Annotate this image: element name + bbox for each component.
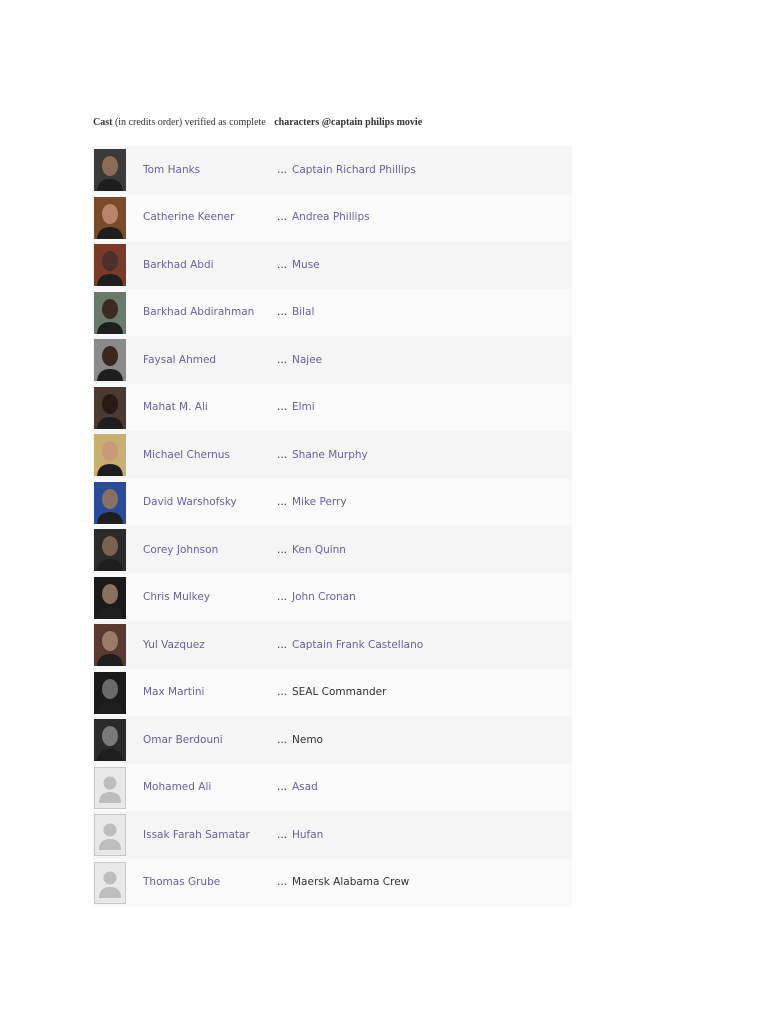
no-photo-placeholder-icon[interactable] [94, 766, 126, 809]
actor-name-link[interactable]: Mohamed Ali [143, 781, 211, 793]
character-name-link[interactable]: Andrea Phillips [292, 211, 370, 223]
character-name-link[interactable]: Ken Quinn [292, 544, 346, 556]
table-row: Thomas Grube... Maersk Alabama Crew [93, 858, 572, 906]
character-name: SEAL Commander [292, 686, 387, 699]
ellipsis-separator: ... [277, 686, 288, 699]
table-row: Faysal Ahmed... Najee [93, 336, 572, 384]
actor-name-link[interactable]: Faysal Ahmed [143, 354, 216, 366]
table-row: Michael Chernus... Shane Murphy [93, 431, 572, 479]
ellipsis-separator: ... [277, 543, 288, 556]
character-name-link[interactable]: Shane Murphy [292, 449, 368, 461]
actor-photo[interactable] [94, 671, 126, 714]
ellipsis-separator: ... [277, 163, 288, 176]
table-row: Issak Farah Samatar... Hufan [93, 811, 572, 859]
ellipsis-separator: ... [277, 353, 288, 366]
ellipsis-separator: ... [277, 306, 288, 319]
ellipsis-separator: ... [277, 781, 288, 794]
cast-table: Tom Hanks... Captain Richard Phillips Cath… [93, 146, 572, 906]
actor-name-link[interactable]: Yul Vazquez [143, 639, 205, 651]
character-name-link[interactable]: Elmi [292, 401, 315, 413]
no-photo-placeholder-icon[interactable] [94, 861, 126, 904]
character-name-link[interactable]: Asad [292, 781, 318, 793]
actor-name-link[interactable]: Mahat M. Ali [143, 401, 208, 413]
actor-name-link[interactable]: Barkhad Abdirahman [143, 306, 254, 318]
ellipsis-separator: ... [277, 733, 288, 746]
table-row: Mahat M. Ali... Elmi [93, 383, 572, 431]
actor-photo[interactable] [94, 624, 126, 666]
table-row: Mohamed Ali... Asad [93, 763, 572, 811]
actor-name-link[interactable]: Max Martini [143, 686, 204, 698]
actor-name-link[interactable]: Catherine Keener [143, 211, 234, 223]
no-photo-placeholder-icon[interactable] [94, 814, 126, 856]
actor-photo[interactable] [94, 529, 126, 571]
ellipsis-separator: ... [277, 496, 288, 509]
table-row: David Warshofsky... Mike Perry [93, 478, 572, 526]
character-name-link[interactable]: Bilal [292, 306, 314, 318]
table-row: Max Martini... SEAL Commander [93, 668, 572, 716]
actor-name-link[interactable]: Omar Berdouni [143, 734, 223, 746]
ellipsis-separator: ... [277, 448, 288, 461]
actor-photo[interactable] [94, 196, 126, 239]
ellipsis-separator: ... [277, 258, 288, 271]
table-row: Catherine Keener... Andrea Phillips [93, 193, 572, 241]
actor-name-link[interactable]: David Warshofsky [143, 496, 237, 508]
table-row: Barkhad Abdirahman... Bilal [93, 288, 572, 336]
credits-note: (in credits order) verified as complete [114, 117, 266, 128]
ellipsis-separator: ... [277, 638, 288, 651]
cast-heading: Cast (in credits order) verified as comp… [93, 117, 422, 128]
actor-photo[interactable] [94, 291, 126, 334]
ellipsis-separator: ... [277, 876, 288, 889]
actor-photo[interactable] [94, 434, 126, 476]
table-row: Omar Berdouni... Nemo [93, 716, 572, 764]
actor-photo[interactable] [94, 149, 126, 191]
ellipsis-separator: ... [277, 401, 288, 414]
table-row: Chris Mulkey... John Cronan [93, 573, 572, 621]
actor-name-link[interactable]: Corey Johnson [143, 544, 218, 556]
table-row: Tom Hanks... Captain Richard Phillips [93, 146, 572, 194]
actor-name-link[interactable]: Thomas Grube [143, 876, 220, 888]
character-name-link[interactable]: Hufan [292, 829, 323, 841]
character-name: Nemo [292, 733, 323, 746]
page-title: characters @captain philips movie [274, 117, 423, 128]
table-row: Yul Vazquez... Captain Frank Castellano [93, 621, 572, 669]
character-name-link[interactable]: John Cronan [292, 591, 356, 603]
actor-name-link[interactable]: Issak Farah Samatar [143, 829, 250, 841]
ellipsis-separator: ... [277, 828, 288, 841]
ellipsis-separator: ... [277, 211, 288, 224]
ellipsis-separator: ... [277, 591, 288, 604]
character-name-link[interactable]: Najee [292, 354, 322, 366]
actor-photo[interactable] [94, 339, 126, 381]
actor-photo[interactable] [94, 481, 126, 524]
actor-photo[interactable] [94, 576, 126, 619]
character-name-link[interactable]: Mike Perry [292, 496, 347, 508]
actor-photo[interactable] [94, 244, 126, 286]
table-row: Barkhad Abdi... Muse [93, 241, 572, 289]
table-row: Corey Johnson... Ken Quinn [93, 526, 572, 574]
character-name-link[interactable]: Captain Frank Castellano [292, 639, 423, 651]
character-name-link[interactable]: Captain Richard Phillips [292, 164, 416, 176]
actor-name-link[interactable]: Barkhad Abdi [143, 259, 214, 271]
actor-name-link[interactable]: Chris Mulkey [143, 591, 210, 603]
actor-photo[interactable] [94, 719, 126, 761]
actor-name-link[interactable]: Michael Chernus [143, 449, 230, 461]
character-name: Maersk Alabama Crew [292, 876, 410, 889]
character-name-link[interactable]: Muse [292, 259, 320, 271]
actor-name-link[interactable]: Tom Hanks [143, 164, 200, 176]
cast-label: Cast [93, 117, 113, 128]
actor-photo[interactable] [94, 386, 126, 429]
